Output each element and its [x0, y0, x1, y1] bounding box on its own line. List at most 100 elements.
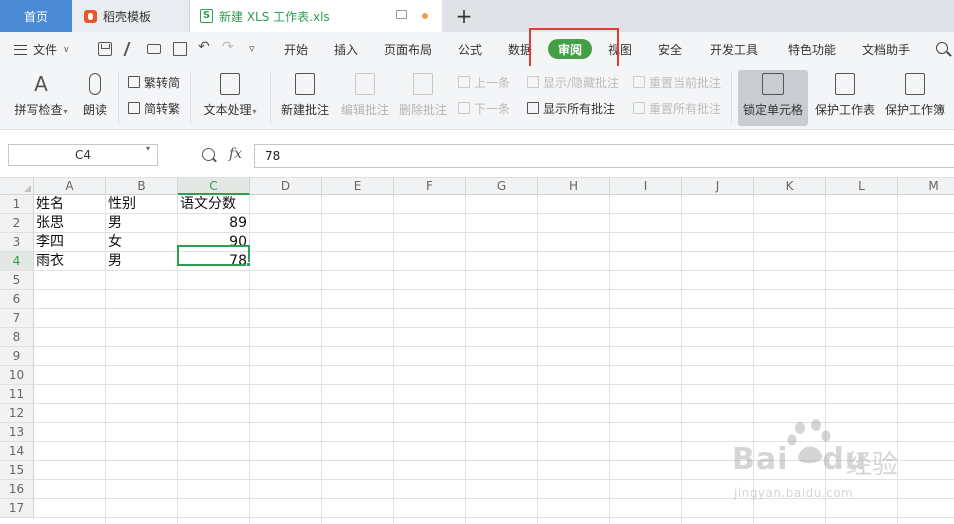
name-box[interactable]: C4	[8, 144, 158, 166]
row-header-13[interactable]: 13	[0, 423, 34, 442]
trad-to-simp-button[interactable]: 繁转简	[128, 72, 180, 92]
file-menu[interactable]: 文件 ∨	[14, 41, 70, 58]
tab-document-label: 新建 XLS 工作表.xls	[219, 9, 330, 24]
save-icon[interactable]	[98, 42, 112, 56]
tab-security[interactable]: 安全	[658, 41, 682, 58]
column-header-l[interactable]: L	[826, 178, 898, 195]
insert-function-button[interactable]: fx	[229, 146, 242, 162]
next-comment-button[interactable]: 下一条	[458, 98, 510, 118]
print-icon[interactable]	[147, 44, 161, 54]
cell-a1[interactable]: 姓名	[34, 195, 105, 214]
row-header-7[interactable]: 7	[0, 309, 34, 328]
cell-b2[interactable]: 男	[106, 214, 177, 233]
row-header-11[interactable]: 11	[0, 385, 34, 404]
undo-icon[interactable]: ↶	[198, 39, 210, 55]
next-comment-icon	[458, 102, 470, 114]
read-aloud-button[interactable]: 朗读	[78, 70, 112, 126]
reset-current-comment-icon	[633, 76, 645, 88]
column-header-k[interactable]: K	[754, 178, 826, 195]
tab-formulas[interactable]: 公式	[458, 41, 482, 58]
pin-window-icon[interactable]	[396, 10, 407, 19]
column-header-j[interactable]: J	[682, 178, 754, 195]
column-header-a[interactable]: A	[34, 178, 106, 195]
select-all-corner[interactable]	[0, 178, 34, 195]
lock-cell-button[interactable]: 锁定单元格	[738, 70, 808, 126]
column-header-m[interactable]: M	[898, 178, 954, 195]
column-header-f[interactable]: F	[394, 178, 466, 195]
fill-handle[interactable]	[246, 262, 251, 267]
chevron-down-icon[interactable]: ▾	[146, 144, 150, 153]
edit-comment-button[interactable]: 编辑批注	[338, 70, 392, 126]
row-header-9[interactable]: 9	[0, 347, 34, 366]
column-header-c[interactable]: C	[178, 178, 250, 195]
new-tab-button[interactable]: +	[452, 0, 476, 32]
text-processing-icon	[220, 73, 240, 95]
unsaved-dot-icon	[422, 13, 428, 19]
row-header-3[interactable]: 3	[0, 233, 34, 252]
cell-a2[interactable]: 张思	[34, 214, 105, 233]
show-all-comments-button[interactable]: 显示所有批注	[527, 98, 615, 118]
tab-doc-assistant[interactable]: 文档助手	[862, 41, 910, 58]
row-header-10[interactable]: 10	[0, 366, 34, 385]
simp-to-trad-button[interactable]: 简转繁	[128, 98, 180, 118]
spell-check-button[interactable]: A 拼写检查▾	[8, 70, 74, 126]
search-icon[interactable]	[936, 42, 948, 54]
text-processing-label: 文本处理	[203, 103, 252, 117]
simp-to-trad-label: 简转繁	[144, 101, 181, 116]
cell-b4[interactable]: 男	[106, 252, 177, 271]
formula-input[interactable]: 78	[254, 144, 954, 168]
row-header-14[interactable]: 14	[0, 442, 34, 461]
tab-document[interactable]: S 新建 XLS 工作表.xls	[190, 0, 442, 32]
reset-all-comments-button[interactable]: 重置所有批注	[633, 98, 721, 118]
tab-insert[interactable]: 插入	[334, 41, 358, 58]
column-header-e[interactable]: E	[322, 178, 394, 195]
tab-developer[interactable]: 开发工具	[710, 41, 758, 58]
row-header-6[interactable]: 6	[0, 290, 34, 309]
row-header-12[interactable]: 12	[0, 404, 34, 423]
column-header-g[interactable]: G	[466, 178, 538, 195]
grid-column-line	[609, 195, 610, 524]
tab-template[interactable]: 稻壳模板	[72, 0, 190, 32]
protect-sheet-button[interactable]: 保护工作表	[812, 70, 878, 126]
tab-home[interactable]: 首页	[0, 0, 72, 32]
row-header-8[interactable]: 8	[0, 328, 34, 347]
zoom-icon[interactable]	[202, 148, 215, 161]
redo-icon[interactable]: ↷	[222, 39, 234, 55]
show-hide-comment-button[interactable]: 显示/隐藏批注	[527, 72, 619, 92]
tab-special-features[interactable]: 特色功能	[788, 41, 836, 58]
row-header-15[interactable]: 15	[0, 461, 34, 480]
column-header-h[interactable]: H	[538, 178, 610, 195]
protect-workbook-label: 保护工作簿	[884, 103, 945, 117]
cell-a4[interactable]: 雨衣	[34, 252, 105, 271]
cell-b3[interactable]: 女	[106, 233, 177, 252]
grid-column-line	[537, 195, 538, 524]
delete-comment-button[interactable]: 删除批注	[396, 70, 450, 126]
tab-start[interactable]: 开始	[284, 41, 308, 58]
cell-a3[interactable]: 李四	[34, 233, 105, 252]
row-header-2[interactable]: 2	[0, 214, 34, 233]
reset-all-comments-label: 重置所有批注	[649, 101, 722, 116]
protect-workbook-button[interactable]: 保护工作簿	[882, 70, 948, 126]
row-header-17[interactable]: 17	[0, 499, 34, 518]
row-header-4[interactable]: 4	[0, 252, 34, 271]
cell-c2[interactable]: 89	[178, 214, 249, 233]
tab-page-layout[interactable]: 页面布局	[384, 41, 432, 58]
row-header-1[interactable]: 1	[0, 195, 34, 214]
row-header-5[interactable]: 5	[0, 271, 34, 290]
column-header-i[interactable]: I	[610, 178, 682, 195]
delete-comment-icon	[413, 73, 433, 95]
text-processing-button[interactable]: 文本处理▾	[198, 70, 262, 126]
reset-current-comment-button[interactable]: 重置当前批注	[633, 72, 721, 92]
column-header-b[interactable]: B	[106, 178, 178, 195]
new-comment-button[interactable]: 新建批注	[278, 70, 332, 126]
prev-comment-button[interactable]: 上一条	[458, 72, 510, 92]
print-preview-icon[interactable]	[173, 42, 187, 56]
cell-b1[interactable]: 性别	[106, 195, 177, 214]
prev-comment-label: 上一条	[474, 75, 511, 90]
format-painter-icon[interactable]	[123, 42, 143, 56]
row-header-16[interactable]: 16	[0, 480, 34, 499]
quick-access-more-icon[interactable]: ▿	[249, 42, 255, 55]
column-header-d[interactable]: D	[250, 178, 322, 195]
reset-all-comments-icon	[633, 102, 645, 114]
cell-c1[interactable]: 语文分数	[178, 195, 249, 214]
